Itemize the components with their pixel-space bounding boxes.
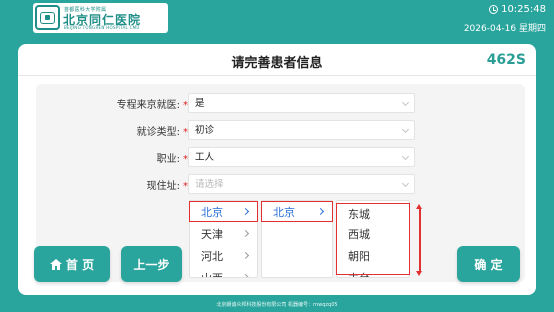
title-divider: [18, 75, 536, 76]
logo-seal-icon: [35, 5, 60, 30]
province-item-shanxi[interactable]: 山西: [190, 267, 257, 277]
province-item-hebei[interactable]: 河北: [190, 245, 257, 267]
clock-time: 10:25:48: [501, 4, 546, 15]
form-label: 专程来京就医: *: [116, 100, 188, 111]
confirm-button-label: 确 定: [474, 257, 503, 272]
district-item-xicheng[interactable]: 西城: [337, 223, 409, 245]
clock: 10:25:48: [489, 4, 546, 15]
form-row-occupation: 职业: * 工人: [36, 147, 525, 167]
beijing-visit-select[interactable]: 是: [188, 93, 415, 113]
scroll-indicator-arrow: [416, 204, 422, 276]
chevron-down-icon: [401, 152, 410, 161]
chevron-right-icon: [316, 207, 325, 216]
province-item-beijing[interactable]: 北京: [190, 201, 257, 223]
form-row-address: 现住址: * 请选择: [36, 174, 525, 194]
clock-icon: [489, 5, 499, 14]
district-item-fengtai[interactable]: 丰台: [337, 267, 409, 277]
chevron-right-icon: [241, 229, 250, 238]
occupation-select[interactable]: 工人: [188, 147, 415, 167]
form-row-visit-type: 就诊类型: * 初诊: [36, 120, 525, 140]
clock-date: 2026-04-16 星期四: [463, 24, 546, 34]
home-button-label: 首 页: [65, 257, 95, 272]
address-cascader-input[interactable]: 请选择: [188, 174, 415, 194]
district-list: 东城 西城 朝阳 丰台: [336, 200, 410, 278]
footer-text: 北京朗诚众邦科技股份有限公司 机器编号：rnwqzq05: [216, 302, 338, 308]
countdown-timer: 462S: [486, 52, 526, 68]
province-list: 北京 天津 河北 山西: [189, 200, 258, 278]
prev-step-button[interactable]: 上一步: [121, 246, 182, 282]
confirm-button[interactable]: 确 定: [457, 246, 520, 282]
hospital-logo: 首都医科大学附属 北京同仁医院 BEIJING TONGREN HOSPITAL…: [33, 3, 168, 33]
form-label: 职业: *: [156, 154, 188, 165]
district-item-chaoyang[interactable]: 朝阳: [337, 245, 409, 267]
form-label: 现住址: *: [146, 181, 188, 192]
chevron-right-icon: [241, 251, 250, 260]
header-bar: 首都医科大学附属 北京同仁医院 BEIJING TONGREN HOSPITAL…: [0, 0, 554, 44]
home-button[interactable]: 首 页: [34, 246, 110, 282]
logo-english: BEIJING TONGREN HOSPITAL CMU: [64, 25, 140, 30]
page-title: 请完善患者信息: [231, 56, 323, 71]
city-list: 北京: [261, 200, 333, 278]
form-label: 就诊类型: *: [136, 127, 188, 138]
province-item-tianjin[interactable]: 天津: [190, 223, 257, 245]
chevron-down-icon: [401, 98, 410, 107]
visit-type-select[interactable]: 初诊: [188, 120, 415, 140]
chevron-right-icon: [241, 273, 250, 277]
chevron-down-icon: [401, 125, 410, 134]
city-item-beijing[interactable]: 北京: [262, 201, 332, 223]
form-row-beijing-visit: 专程来京就医: * 是: [36, 93, 525, 113]
prev-button-label: 上一步: [133, 257, 170, 272]
home-icon: [49, 258, 62, 270]
chevron-right-icon: [241, 207, 250, 216]
district-item-dongcheng[interactable]: 东城: [337, 201, 409, 223]
chevron-down-icon: [401, 179, 410, 188]
